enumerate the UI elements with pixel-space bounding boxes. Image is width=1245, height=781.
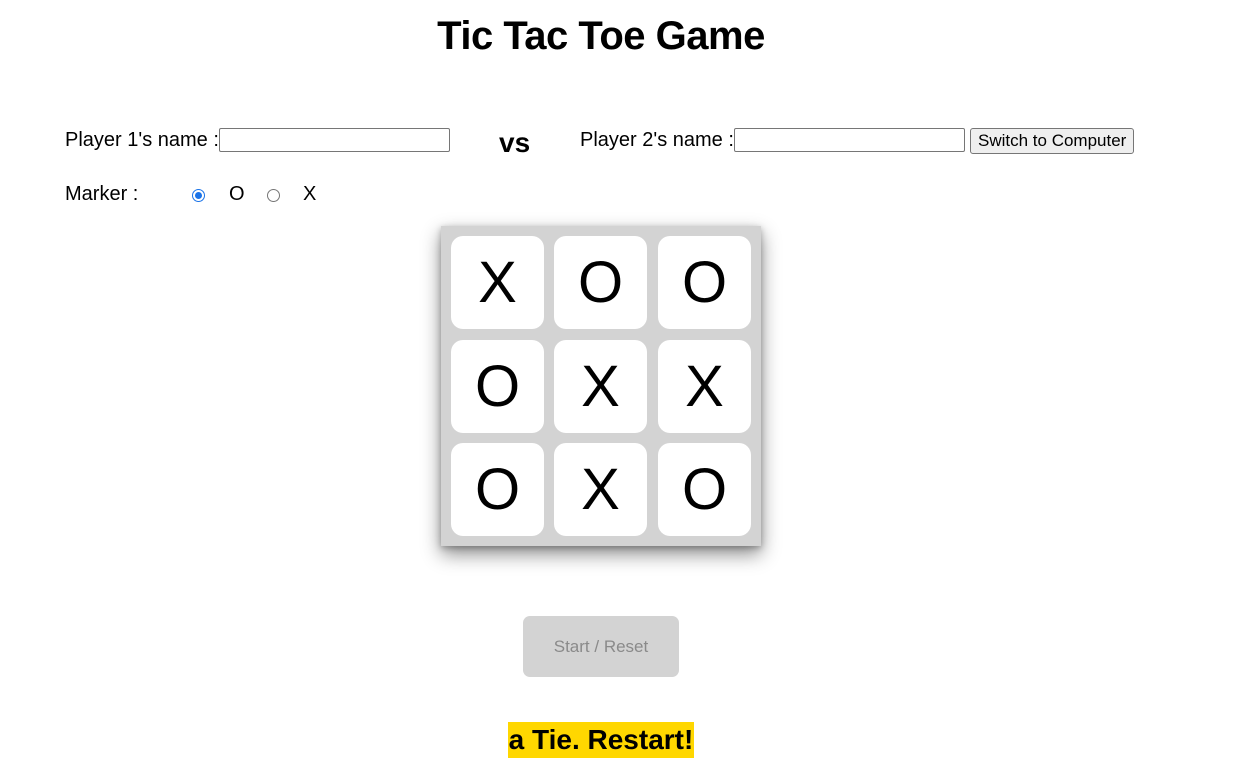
player-names-row: Player 1's name : vs Player 2's name : S…: [65, 126, 1205, 158]
result-container: a Tie. Restart!: [0, 722, 1202, 758]
marker-option-o-label: O: [229, 183, 245, 205]
board-cell-6[interactable]: X: [658, 340, 751, 433]
board-cell-3[interactable]: O: [658, 236, 751, 329]
marker-radio-x[interactable]: [267, 189, 280, 202]
switch-to-computer-button[interactable]: Switch to Computer: [970, 128, 1135, 154]
player2-label: Player 2's name :: [580, 129, 734, 151]
board-cell-8[interactable]: X: [554, 443, 647, 536]
marker-label: Marker :: [65, 183, 139, 205]
marker-row: Marker : O X: [65, 180, 465, 210]
board-cell-4[interactable]: O: [451, 340, 544, 433]
game-board: X O O O X X O X O: [441, 226, 761, 546]
board-cell-9[interactable]: O: [658, 443, 751, 536]
game-page: Tic Tac Toe Game Player 1's name : vs Pl…: [0, 0, 1245, 781]
player1-name-input[interactable]: [219, 128, 450, 152]
result-message: a Tie. Restart!: [507, 722, 695, 758]
player1-label: Player 1's name :: [65, 129, 219, 151]
board-cell-5[interactable]: X: [554, 340, 647, 433]
board-cell-1[interactable]: X: [451, 236, 544, 329]
page-title: Tic Tac Toe Game: [437, 14, 765, 58]
board-cell-7[interactable]: O: [451, 443, 544, 536]
start-reset-button[interactable]: Start / Reset: [523, 616, 679, 677]
marker-option-x-label: X: [303, 183, 317, 205]
board-cell-2[interactable]: O: [554, 236, 647, 329]
marker-radio-o[interactable]: [192, 189, 205, 202]
vs-label: vs: [499, 127, 531, 158]
player2-name-input[interactable]: [734, 128, 965, 152]
